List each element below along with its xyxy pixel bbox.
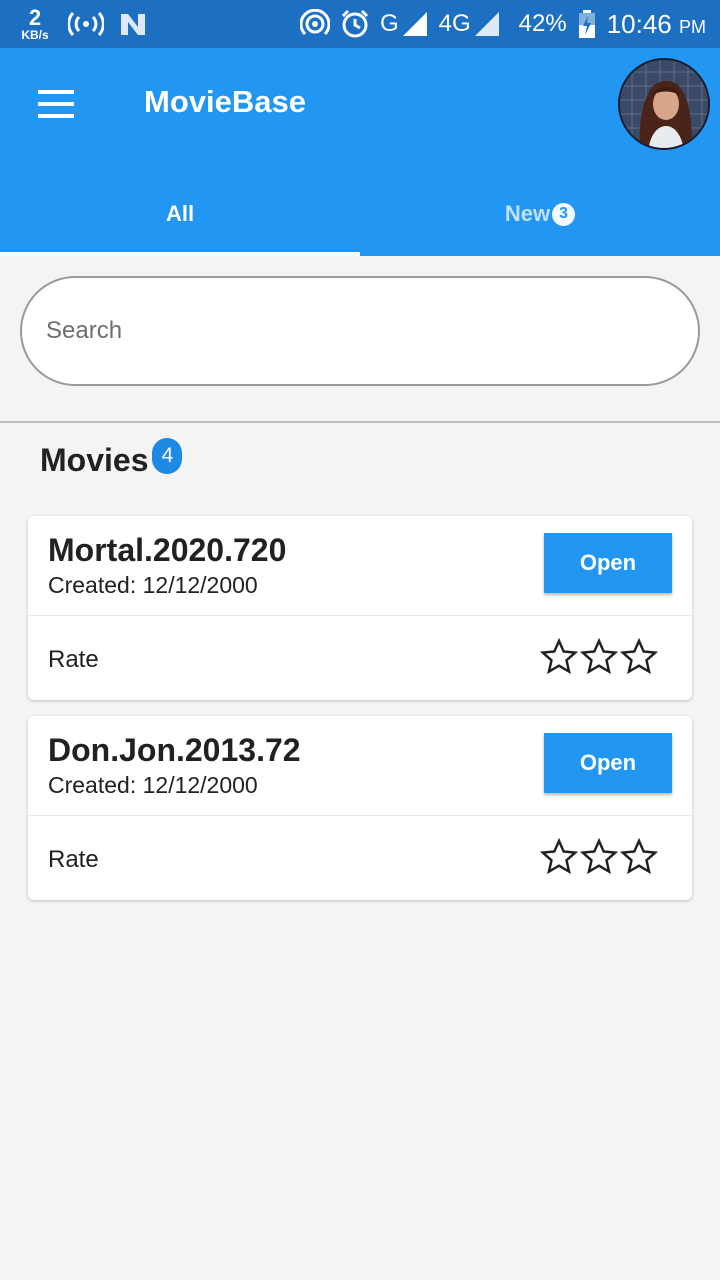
- section-title: Movies: [40, 442, 149, 478]
- search-input[interactable]: [20, 276, 700, 386]
- open-button[interactable]: Open: [544, 533, 672, 593]
- movies-header: Movies 4: [40, 438, 183, 480]
- app-bar: MovieBase All New 3: [0, 48, 720, 256]
- movie-title: Don.Jon.2013.72: [48, 732, 301, 768]
- battery-icon: [577, 9, 597, 39]
- rate-label: Rate: [48, 646, 99, 673]
- movie-title: Mortal.2020.720: [48, 532, 287, 568]
- movie-card-header: Mortal.2020.720 Created: 12/12/2000 Open: [28, 516, 692, 616]
- star-icon[interactable]: [620, 838, 658, 876]
- network-speed-value: 2: [28, 5, 42, 30]
- rating-stars: [540, 638, 658, 676]
- alarm-icon: [340, 9, 370, 39]
- movie-created-date: Created: 12/12/2000: [48, 572, 258, 598]
- hotspot-icon: [68, 11, 104, 37]
- signal-icon: [473, 10, 501, 38]
- star-icon[interactable]: [620, 638, 658, 676]
- movie-card-rating: Rate: [28, 816, 692, 900]
- battery-percent: 42%: [518, 10, 567, 37]
- star-icon[interactable]: [540, 638, 578, 676]
- clock-ampm: PM: [679, 16, 706, 37]
- app-title: MovieBase: [144, 84, 306, 119]
- movies-count-badge: 4: [152, 438, 183, 474]
- tab-all[interactable]: All: [0, 172, 360, 256]
- movie-card-header: Don.Jon.2013.72 Created: 12/12/2000 Open: [28, 716, 692, 816]
- status-left: 2 KB/s: [16, 7, 148, 41]
- status-bar: 2 KB/s G 4G 42% 10:46 PM: [0, 0, 720, 48]
- clock: 10:46 PM: [607, 9, 706, 40]
- tab-bar: All New 3: [0, 172, 720, 256]
- n-icon: [118, 11, 148, 37]
- menu-icon: [38, 90, 74, 94]
- network-speed-unit: KB/s: [21, 28, 49, 42]
- menu-icon: [38, 102, 74, 106]
- tab-new[interactable]: New 3: [360, 172, 720, 256]
- network-type-4g: 4G: [438, 10, 471, 37]
- tab-new-badge: 3: [552, 202, 576, 226]
- network-speed: 2 KB/s: [16, 5, 54, 42]
- avatar-image: [620, 60, 708, 148]
- clock-time: 10:46: [606, 8, 672, 39]
- divider: [0, 421, 720, 423]
- star-icon[interactable]: [580, 838, 618, 876]
- menu-icon: [38, 114, 74, 118]
- rate-label: Rate: [48, 846, 99, 873]
- avatar[interactable]: [618, 58, 710, 150]
- wifi-icon: [299, 9, 330, 39]
- movie-card-rating: Rate: [28, 616, 692, 700]
- movie-card: Don.Jon.2013.72 Created: 12/12/2000 Open…: [28, 716, 692, 900]
- network-type-g: G: [379, 10, 399, 37]
- tab-all-label: All: [165, 201, 195, 226]
- star-icon[interactable]: [540, 838, 578, 876]
- rating-stars: [540, 838, 658, 876]
- signal-icon: [401, 10, 429, 38]
- status-right: G 4G 42% 10:46 PM: [299, 0, 706, 48]
- movie-card: Mortal.2020.720 Created: 12/12/2000 Open…: [28, 516, 692, 700]
- open-button[interactable]: Open: [544, 733, 672, 793]
- menu-button[interactable]: [22, 76, 90, 132]
- tab-new-label: New: [504, 201, 551, 226]
- star-icon[interactable]: [580, 638, 618, 676]
- movie-created-date: Created: 12/12/2000: [48, 772, 258, 798]
